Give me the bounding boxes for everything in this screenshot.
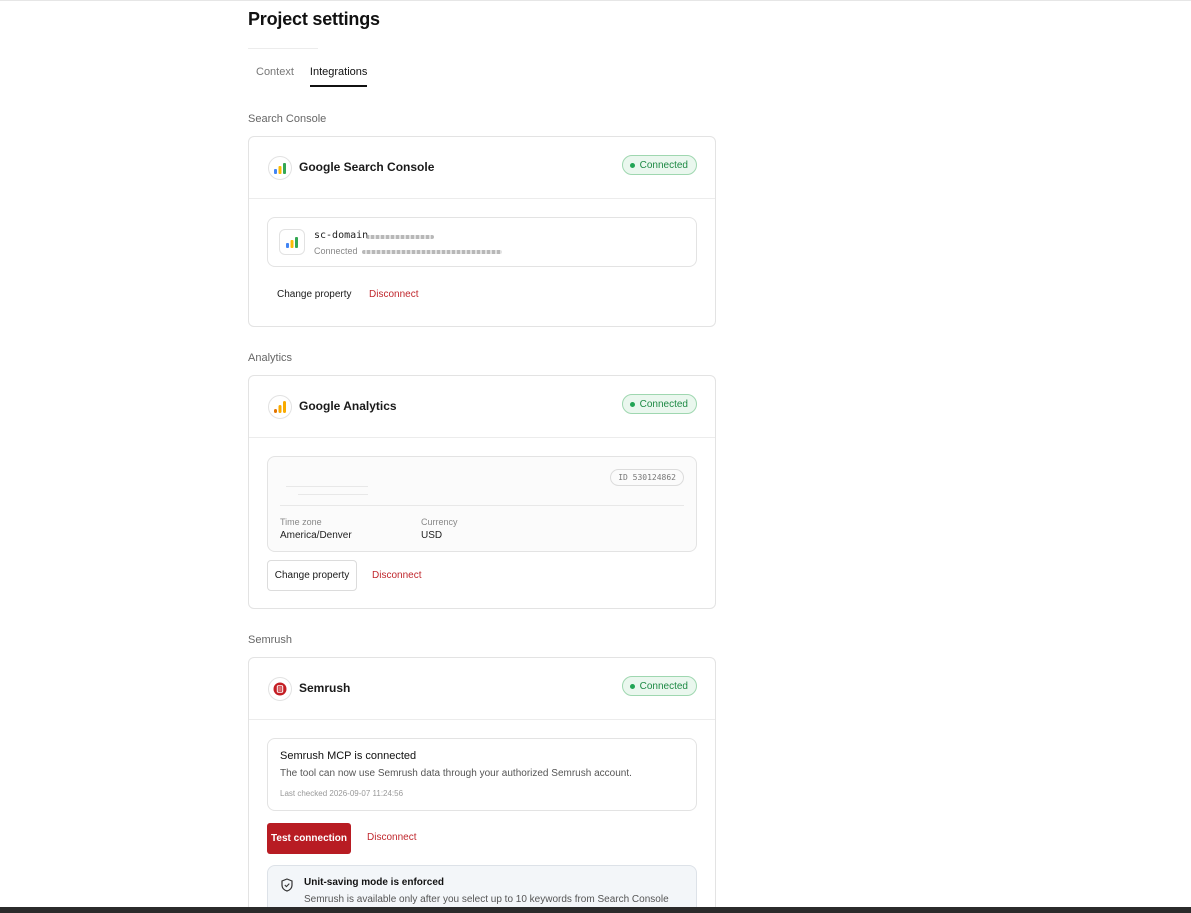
status-badge-label: Connected: [639, 398, 688, 410]
analytics-property-box: ID 530124862 Time zone America/Denver Cu…: [267, 456, 697, 552]
status-badge-label: Connected: [639, 680, 688, 692]
tab-context[interactable]: Context: [256, 66, 294, 87]
google-search-console-icon: [268, 156, 292, 180]
analytics-card: Google Analytics Connected ID 530124862 …: [248, 375, 716, 609]
title-divider: [248, 48, 318, 49]
semrush-status-box: Semrush MCP is connected The tool can no…: [267, 738, 697, 811]
section-label-search-console: Search Console: [248, 113, 327, 125]
unit-saving-notice: Unit-saving mode is enforced Semrush is …: [267, 865, 697, 913]
currency-value: USD: [421, 530, 443, 541]
page-title: Project settings: [248, 9, 380, 29]
semrush-status-description: The tool can now use Semrush data throug…: [280, 768, 632, 779]
section-label-analytics: Analytics: [248, 352, 293, 364]
disconnect-analytics-button[interactable]: Disconnect: [372, 570, 421, 581]
status-dot-icon: [629, 401, 635, 407]
google-analytics-icon: [268, 395, 292, 419]
redacted-text: [298, 494, 368, 495]
test-connection-button[interactable]: Test connection: [267, 823, 351, 854]
search-console-property-status: Connected: [314, 246, 358, 256]
search-console-property-name: sc-domain: [314, 230, 369, 241]
change-property-button[interactable]: Change property: [277, 289, 352, 300]
search-console-property-box: sc-domain Connected: [267, 217, 697, 267]
semrush-card-header: Semrush Connected: [249, 658, 715, 720]
semrush-last-checked: Last checked 2026-09-07 11:24:56: [280, 789, 404, 798]
search-console-card: Google Search Console Connected sc-domai…: [248, 136, 716, 327]
section-label-semrush: Semrush: [248, 634, 293, 646]
disconnect-search-console-button[interactable]: Disconnect: [369, 289, 418, 300]
notice-title: Unit-saving mode is enforced: [304, 877, 445, 888]
status-badge-analytics: Connected: [621, 394, 697, 414]
analytics-card-header: Google Analytics Connected: [249, 376, 715, 438]
tab-integrations[interactable]: Integrations: [309, 66, 368, 87]
settings-tabs: Context Integrations: [256, 66, 368, 87]
bottom-bar: [0, 907, 1191, 913]
notice-text: Semrush is available only after you sele…: [304, 894, 669, 905]
currency-label: Currency: [421, 517, 458, 527]
timezone-value: America/Denver: [280, 530, 352, 541]
top-rule: [0, 0, 1191, 1]
search-console-provider-name: Google Search Console: [299, 160, 435, 174]
status-badge-label: Connected: [639, 159, 688, 171]
shield-icon: [281, 878, 293, 892]
property-box-divider: [280, 505, 684, 506]
change-property-button[interactable]: Change property: [267, 560, 357, 591]
status-dot-icon: [629, 162, 635, 168]
semrush-card: Semrush Connected Semrush MCP is connect…: [248, 657, 716, 913]
search-console-card-header: Google Search Console Connected: [249, 137, 715, 199]
redacted-text: [366, 235, 434, 239]
status-badge-semrush: Connected: [621, 676, 697, 696]
redacted-text: [362, 250, 502, 254]
status-badge-search-console: Connected: [621, 155, 697, 175]
semrush-status-title: Semrush MCP is connected: [280, 750, 417, 762]
status-dot-icon: [629, 683, 635, 689]
semrush-icon: [268, 677, 292, 701]
google-search-console-icon: [279, 229, 305, 255]
disconnect-semrush-button[interactable]: Disconnect: [367, 832, 416, 843]
redacted-text: [286, 486, 368, 487]
semrush-provider-name: Semrush: [299, 681, 351, 695]
analytics-property-id: ID 530124862: [610, 469, 684, 486]
timezone-label: Time zone: [280, 517, 322, 527]
analytics-provider-name: Google Analytics: [299, 399, 397, 413]
